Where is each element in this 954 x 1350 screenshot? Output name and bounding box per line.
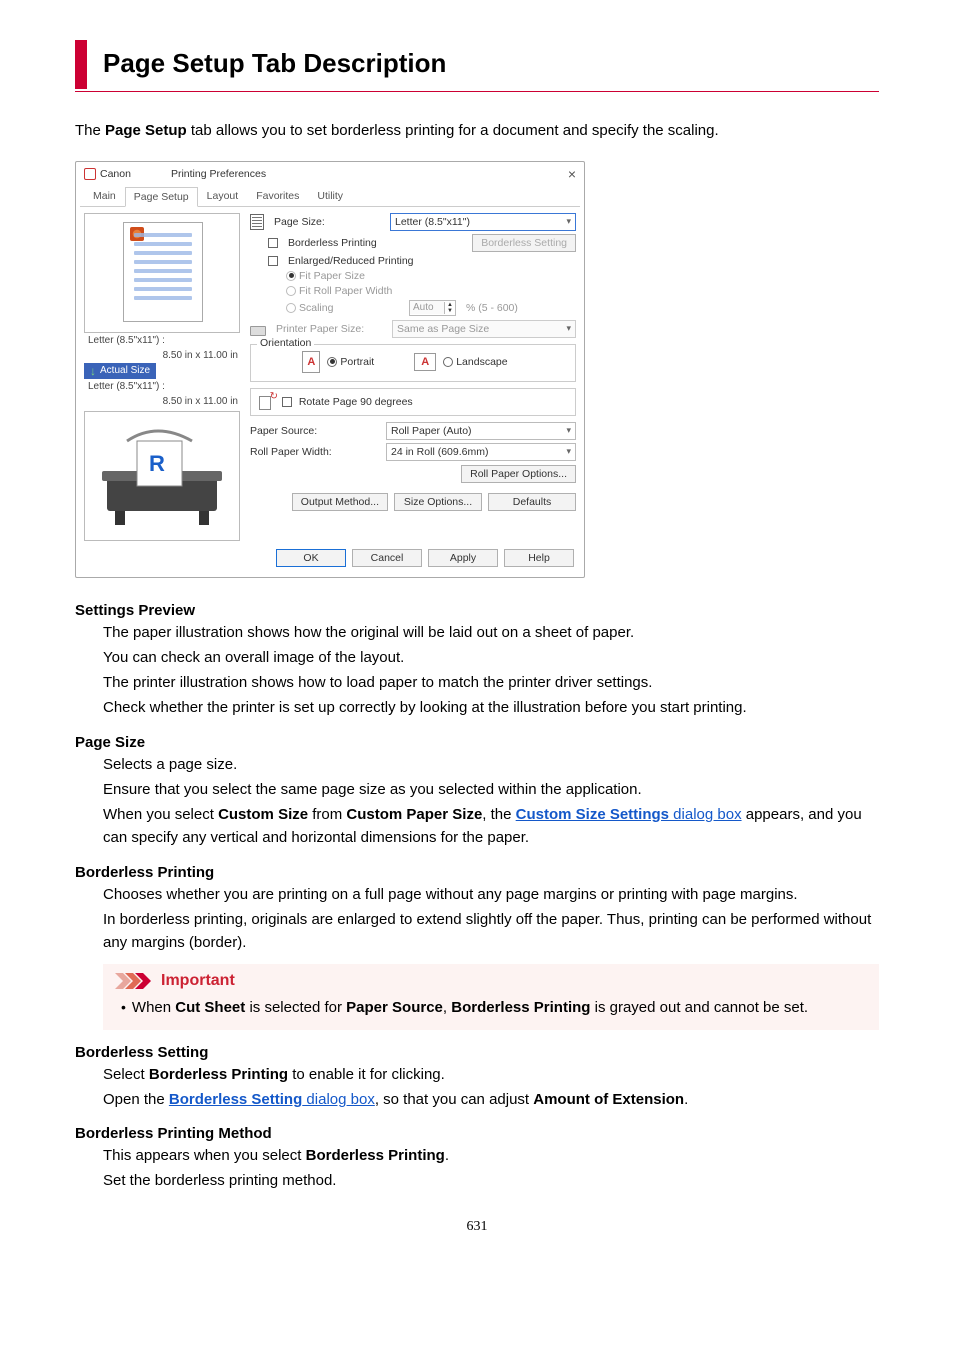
radio-fit-paper [286, 271, 296, 281]
tab-page-setup[interactable]: Page Setup [125, 187, 198, 207]
paper-preview [84, 213, 240, 333]
tab-main[interactable]: Main [84, 186, 125, 206]
defaults-button[interactable]: Defaults [488, 493, 576, 511]
radio-portrait[interactable]: APortrait [302, 351, 374, 373]
radio-fit-roll [286, 286, 296, 296]
svg-text:R: R [149, 451, 165, 476]
label-roll-width: Roll Paper Width: [250, 446, 380, 458]
printer-paper-icon [250, 322, 266, 336]
canon-icon [84, 168, 96, 180]
select-roll-width[interactable]: 24 in Roll (609.6mm)▾ [386, 443, 576, 461]
label-borderless-printing: Borderless Printing [288, 237, 466, 249]
orientation-group: Orientation APortrait ALandscape [250, 344, 576, 382]
radio-landscape[interactable]: ALandscape [414, 353, 507, 371]
label-printer-paper-size: Printer Paper Size: [276, 323, 386, 335]
intro: The Page Setup tab allows you to set bor… [75, 120, 879, 143]
term-borderless-setting: Borderless Setting [75, 1044, 879, 1061]
help-button[interactable]: Help [504, 549, 574, 567]
apply-button[interactable]: Apply [428, 549, 498, 567]
rotate-group: Rotate Page 90 degrees [250, 388, 576, 416]
link-borderless-setting[interactable]: Borderless Setting dialog box [169, 1091, 375, 1108]
page-size-icon [250, 214, 264, 230]
term-borderless-printing: Borderless Printing [75, 864, 879, 881]
select-paper-source[interactable]: Roll Paper (Auto)▾ [386, 422, 576, 440]
landscape-icon: A [414, 353, 436, 371]
select-printer-paper-size: Same as Page Size▾ [392, 320, 576, 338]
radio-scaling [286, 303, 296, 313]
rotate-icon [259, 394, 275, 410]
checkbox-borderless[interactable] [268, 238, 278, 248]
important-note: Important • When Cut Sheet is selected f… [103, 964, 879, 1029]
tab-utility[interactable]: Utility [308, 186, 352, 206]
term-settings-preview: Settings Preview [75, 602, 879, 619]
term-page-size: Page Size [75, 734, 879, 751]
close-icon[interactable]: × [568, 166, 576, 182]
page-number: 631 [75, 1219, 879, 1235]
size-options-button[interactable]: Size Options... [394, 493, 482, 511]
link-custom-size-settings[interactable]: Custom Size Settings dialog box [516, 806, 742, 823]
printer-icon: R [97, 421, 227, 531]
actual-size-label: ↓Actual Size [84, 363, 156, 379]
important-icon [115, 973, 155, 989]
select-page-size[interactable]: Letter (8.5"x11")▾ [390, 213, 576, 231]
cancel-button[interactable]: Cancel [352, 549, 422, 567]
dialog-brand: Canon [100, 168, 131, 180]
tab-layout[interactable]: Layout [198, 186, 248, 206]
scaling-stepper: ▲▼ [409, 300, 456, 316]
output-method-button[interactable]: Output Method... [292, 493, 388, 511]
checkbox-enlarged[interactable] [268, 256, 278, 266]
borderless-setting-button: Borderless Setting [472, 234, 576, 252]
down-arrow-icon: ↓ [90, 364, 96, 378]
dialog-title: Printing Preferences [171, 168, 266, 180]
ok-button[interactable]: OK [276, 549, 346, 567]
dialog-printing-preferences: Canon Printing Preferences × Main Page S… [75, 161, 585, 578]
printer-preview: R [84, 411, 240, 541]
label-page-size: Page Size: [274, 216, 384, 228]
portrait-icon: A [302, 351, 320, 373]
dialog-tabs: Main Page Setup Layout Favorites Utility [80, 186, 580, 207]
label-paper-source: Paper Source: [250, 425, 380, 437]
tab-favorites[interactable]: Favorites [247, 186, 308, 206]
term-borderless-method: Borderless Printing Method [75, 1125, 879, 1142]
chevron-down-icon: ▾ [566, 216, 571, 227]
roll-paper-options-button[interactable]: Roll Paper Options... [461, 465, 576, 483]
page-title: Page Setup Tab Description [103, 40, 446, 89]
checkbox-rotate90[interactable] [282, 397, 292, 407]
scaling-input [410, 301, 444, 314]
